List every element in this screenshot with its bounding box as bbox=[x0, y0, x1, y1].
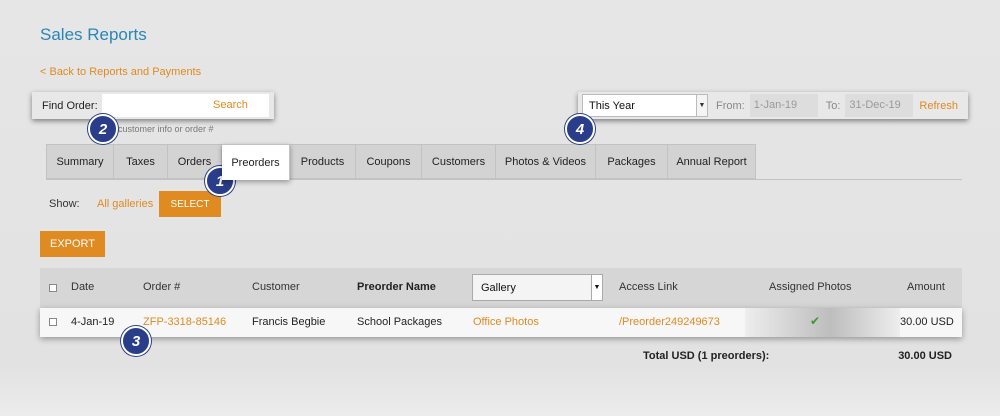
callout-badge-2: 2 bbox=[88, 114, 118, 144]
gallery-select-value: Gallery bbox=[481, 281, 516, 294]
to-date-field[interactable]: 31-Dec-19 bbox=[845, 94, 914, 117]
page: Sales Reports < Back to Reports and Paym… bbox=[0, 0, 1000, 416]
row-date: 4-Jan-19 bbox=[71, 316, 115, 328]
table-header: Date Order # Customer Preorder Name Gall… bbox=[40, 268, 962, 308]
row-access-link[interactable]: /Preorder249249673 bbox=[619, 316, 720, 328]
column-customer[interactable]: Customer bbox=[252, 281, 300, 293]
row-amount: 30.00 USD bbox=[900, 316, 954, 328]
find-order-box: Find Order: Search bbox=[32, 92, 274, 119]
column-access-link[interactable]: Access Link bbox=[619, 281, 678, 293]
row-gallery-link[interactable]: Office Photos bbox=[473, 316, 539, 328]
row-customer: Francis Begbie bbox=[252, 316, 326, 328]
tab-packages[interactable]: Packages bbox=[596, 144, 668, 179]
period-select[interactable]: This Year ▼ bbox=[582, 94, 708, 117]
tab-coupons[interactable]: Coupons bbox=[356, 144, 422, 179]
select-all-checkbox[interactable] bbox=[49, 284, 57, 292]
export-button[interactable]: EXPORT bbox=[40, 231, 105, 257]
tab-photos-videos[interactable]: Photos & Videos bbox=[496, 144, 596, 179]
refresh-button[interactable]: Refresh bbox=[913, 100, 958, 112]
callout-badge-4: 4 bbox=[565, 114, 595, 144]
tab-customers[interactable]: Customers bbox=[422, 144, 496, 179]
from-label: From: bbox=[716, 99, 745, 112]
tab-taxes[interactable]: Taxes bbox=[114, 144, 168, 179]
chevron-down-icon: ▼ bbox=[591, 275, 602, 300]
column-assigned-photos[interactable]: Assigned Photos bbox=[769, 281, 852, 293]
column-date[interactable]: Date bbox=[71, 281, 94, 293]
find-order-hint: customer info or order # bbox=[118, 124, 214, 134]
table-row: 4-Jan-19 ZFP-3318-85146 Francis Begbie S… bbox=[40, 308, 962, 337]
tab-annual-report[interactable]: Annual Report bbox=[668, 144, 756, 179]
select-gallery-button[interactable]: SELECT bbox=[159, 191, 221, 217]
all-galleries-link[interactable]: All galleries bbox=[97, 198, 153, 210]
callout-badge-3: 3 bbox=[121, 326, 151, 356]
highlight-smear bbox=[745, 308, 900, 337]
date-filter-box: This Year ▼ From: 1-Jan-19 To: 31-Dec-19… bbox=[578, 92, 968, 119]
total-label: Total USD (1 preorders): bbox=[643, 350, 770, 362]
show-label: Show: bbox=[49, 198, 80, 210]
column-preorder-name[interactable]: Preorder Name bbox=[357, 281, 436, 293]
check-icon: ✔ bbox=[810, 314, 821, 328]
total-value: 30.00 USD bbox=[898, 350, 952, 362]
column-amount[interactable]: Amount bbox=[907, 281, 945, 293]
row-preorder-name: School Packages bbox=[357, 316, 442, 328]
from-date-field[interactable]: 1-Jan-19 bbox=[749, 94, 818, 117]
find-order-label: Find Order: bbox=[42, 99, 98, 112]
report-tabs: Summary Taxes Orders Preorders Products … bbox=[46, 144, 756, 180]
period-select-value: This Year bbox=[589, 99, 635, 112]
page-title: Sales Reports bbox=[40, 25, 147, 44]
find-order-input[interactable] bbox=[102, 94, 207, 117]
column-order[interactable]: Order # bbox=[143, 281, 180, 293]
tab-preorders[interactable]: Preorders bbox=[222, 144, 290, 180]
search-button[interactable]: Search bbox=[207, 94, 269, 117]
row-order-link[interactable]: ZFP-3318-85146 bbox=[143, 316, 226, 328]
tab-products[interactable]: Products bbox=[290, 144, 356, 179]
gallery-column-select[interactable]: Gallery ▼ bbox=[472, 274, 603, 301]
chevron-down-icon: ▼ bbox=[696, 95, 707, 116]
row-checkbox[interactable] bbox=[49, 318, 57, 326]
back-to-reports-link[interactable]: < Back to Reports and Payments bbox=[40, 66, 201, 78]
to-label: To: bbox=[825, 99, 841, 112]
tab-summary[interactable]: Summary bbox=[46, 144, 114, 179]
